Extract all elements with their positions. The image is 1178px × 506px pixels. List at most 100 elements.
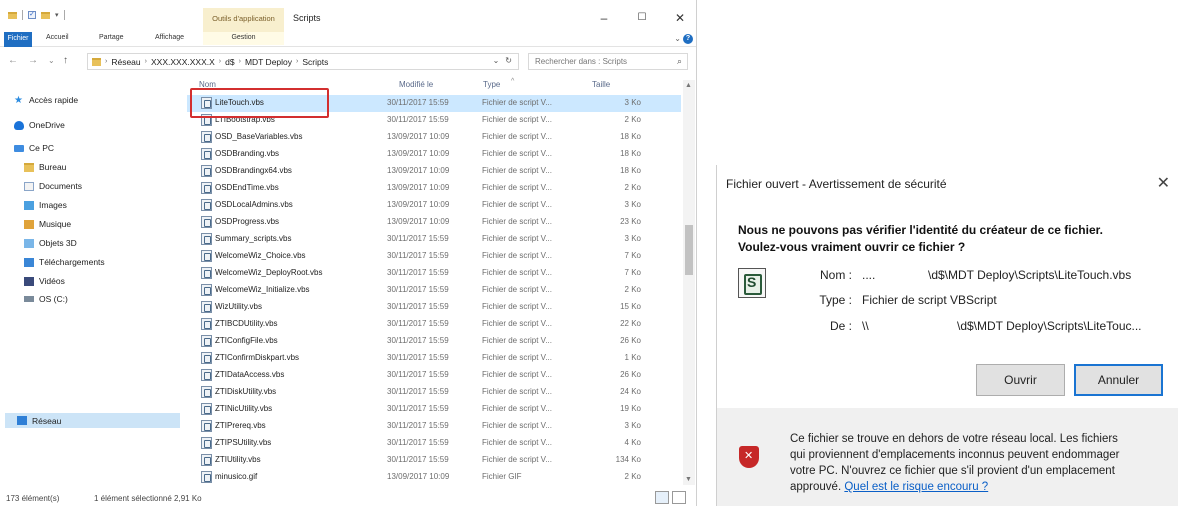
file-size: 2 Ko <box>624 472 641 481</box>
file-modified-date: 13/09/2017 10:09 <box>387 200 450 209</box>
tab-accueil[interactable]: Accueil <box>46 34 69 41</box>
breadcrumb-separator-icon[interactable]: › <box>145 58 147 65</box>
breadcrumb-separator-icon[interactable]: › <box>239 58 241 65</box>
file-row[interactable]: WelcomeWiz_Choice.vbs 30/11/2017 15:59 Fic… <box>187 248 681 265</box>
search-input[interactable]: Rechercher dans : Scripts ⌕ <box>528 53 688 70</box>
cancel-button[interactable]: Annuler <box>1074 364 1163 396</box>
nav-images[interactable]: Images <box>24 198 67 212</box>
file-row[interactable]: ZTIConfirmDiskpart.vbs 30/11/2017 15:59 Fi… <box>187 350 681 367</box>
column-header-size[interactable]: Taille <box>592 80 610 95</box>
back-arrow-icon[interactable]: ← <box>8 55 18 66</box>
maximize-icon[interactable]: ☐ <box>632 12 652 24</box>
file-row[interactable]: OSDLocalAdmins.vbs 13/09/2017 10:09 Fichie… <box>187 197 681 214</box>
nav-bureau[interactable]: Bureau <box>24 160 66 174</box>
tab-fichier[interactable]: Fichier <box>4 32 32 47</box>
forward-arrow-icon[interactable]: → <box>28 55 38 66</box>
nav-objets-3d[interactable]: Objets 3D <box>24 236 77 250</box>
file-type: Fichier de script V... <box>482 183 552 192</box>
file-row[interactable]: ZTIPrereq.vbs 30/11/2017 15:59 Fichier de … <box>187 418 681 435</box>
file-name: ZTIUtility.vbs <box>215 455 261 464</box>
breadcrumb-share[interactable]: d$ <box>225 57 234 67</box>
file-row[interactable]: OSD_BaseVariables.vbs 13/09/2017 10:09 Fic… <box>187 129 681 146</box>
new-folder-icon[interactable] <box>41 11 50 19</box>
scrollbar-thumb[interactable] <box>685 225 693 275</box>
script-file-icon <box>201 318 212 330</box>
recent-locations-icon[interactable]: ⌄ <box>48 56 55 65</box>
nav-documents[interactable]: Documents <box>24 179 82 193</box>
file-modified-date: 30/11/2017 15:59 <box>387 268 449 277</box>
help-icon[interactable]: ? <box>683 34 693 44</box>
file-row[interactable]: ZTIDataAccess.vbs 30/11/2017 15:59 Fichier… <box>187 367 681 384</box>
file-size: 3 Ko <box>624 421 641 430</box>
nav-telechargements[interactable]: Téléchargements <box>24 255 105 269</box>
file-row[interactable]: WizUtility.vbs 30/11/2017 15:59 Fichier de… <box>187 299 681 316</box>
properties-icon[interactable]: ✓ <box>28 11 36 19</box>
close-icon[interactable]: ✕ <box>1157 173 1170 193</box>
file-row[interactable]: OSDProgress.vbs 13/09/2017 10:09 Fichier d… <box>187 214 681 231</box>
address-dropdown-icon[interactable]: ⌄ <box>493 56 500 65</box>
file-row[interactable]: OSDEndTime.vbs 13/09/2017 10:09 Fichier de… <box>187 180 681 197</box>
file-row[interactable]: ZTIConfigFile.vbs 30/11/2017 15:59 Fichier… <box>187 333 681 350</box>
nav-onedrive[interactable]: OneDrive <box>14 118 65 132</box>
gif-file-icon <box>201 471 212 483</box>
file-size: 7 Ko <box>624 251 641 260</box>
script-file-icon <box>201 233 212 245</box>
music-icon <box>24 219 34 229</box>
tab-partage[interactable]: Partage <box>99 34 124 41</box>
breadcrumb-separator-icon[interactable]: › <box>219 58 221 65</box>
nav-os-drive[interactable]: OS (C:) <box>24 292 68 306</box>
breadcrumb-scripts[interactable]: Scripts <box>302 57 328 67</box>
cloud-icon <box>14 120 24 130</box>
refresh-icon[interactable]: ↻ <box>505 56 512 65</box>
tab-affichage[interactable]: Affichage <box>155 34 184 41</box>
script-file-icon <box>201 199 212 211</box>
file-row[interactable]: OSDBranding.vbs 13/09/2017 10:09 Fichier d… <box>187 146 681 163</box>
risk-info-link[interactable]: Quel est le risque encouru ? <box>844 481 988 493</box>
3d-objects-icon <box>24 238 34 248</box>
tab-tools-context[interactable]: Outils d'application <box>203 8 284 32</box>
expand-ribbon-icon[interactable]: ⌄ <box>674 34 681 43</box>
close-icon[interactable]: ✕ <box>670 12 690 24</box>
nav-reseau[interactable]: Réseau <box>5 413 180 428</box>
file-type: Fichier de script V... <box>482 387 552 396</box>
file-row[interactable]: minusico.gif 13/09/2017 10:09 Fichier GIF 2… <box>187 469 681 486</box>
column-header-modified[interactable]: Modifié le <box>399 80 433 95</box>
scroll-down-icon[interactable]: ▼ <box>685 476 692 483</box>
file-row[interactable]: OSDBrandingx64.vbs 13/09/2017 10:09 Fichie… <box>187 163 681 180</box>
breadcrumb-separator-icon[interactable]: › <box>296 58 298 65</box>
file-row[interactable]: ZTIBCDUtility.vbs 30/11/2017 15:59 Fichier… <box>187 316 681 333</box>
vertical-scrollbar[interactable]: ▲ ▼ <box>683 80 695 485</box>
nav-musique[interactable]: Musique <box>24 217 71 231</box>
nav-quick-access[interactable]: ★ Accès rapide <box>14 93 78 107</box>
file-name: ZTIConfirmDiskpart.vbs <box>215 353 300 362</box>
file-row[interactable]: Summary_scripts.vbs 30/11/2017 15:59 Fichi… <box>187 231 681 248</box>
nav-this-pc[interactable]: Ce PC <box>14 141 54 155</box>
address-bar[interactable]: › Réseau › XXX.XXX.XXX.X › d$ › MDT Depl… <box>87 53 519 70</box>
file-modified-date: 30/11/2017 15:59 <box>387 421 449 430</box>
file-modified-date: 30/11/2017 15:59 <box>387 251 449 260</box>
sort-ascending-icon: ^ <box>511 78 515 85</box>
nav-videos[interactable]: Vidéos <box>24 274 65 288</box>
file-size: 2 Ko <box>624 183 641 192</box>
minimize-icon[interactable]: – <box>594 12 614 24</box>
scroll-up-icon[interactable]: ▲ <box>685 82 692 89</box>
file-row[interactable]: ZTIPSUtility.vbs 30/11/2017 15:59 Fichier … <box>187 435 681 452</box>
large-icons-view-icon[interactable] <box>672 491 686 504</box>
file-row[interactable]: ZTIUtility.vbs 30/11/2017 15:59 Fichier de… <box>187 452 681 469</box>
breadcrumb-mdt-deploy[interactable]: MDT Deploy <box>245 57 292 67</box>
column-header-type[interactable]: Type <box>483 80 500 95</box>
customize-dropdown-icon[interactable]: ▾ <box>55 11 59 19</box>
file-size: 1 Ko <box>624 353 641 362</box>
up-arrow-icon[interactable]: ↑ <box>63 55 68 66</box>
file-row[interactable]: WelcomeWiz_DeployRoot.vbs 30/11/2017 15:5… <box>187 265 681 282</box>
search-icon[interactable]: ⌕ <box>677 56 682 67</box>
file-row[interactable]: ZTIDiskUtility.vbs 30/11/2017 15:59 Fichie… <box>187 384 681 401</box>
breadcrumb-separator-icon[interactable]: › <box>105 58 107 65</box>
breadcrumb-host[interactable]: XXX.XXX.XXX.X <box>151 57 215 67</box>
file-row[interactable]: ZTINicUtility.vbs 30/11/2017 15:59 Fichier… <box>187 401 681 418</box>
file-row[interactable]: WelcomeWiz_Initialize.vbs 30/11/2017 15:5… <box>187 282 681 299</box>
open-button[interactable]: Ouvrir <box>976 364 1065 396</box>
breadcrumb-reseau[interactable]: Réseau <box>111 57 140 67</box>
tab-gestion[interactable]: Gestion <box>203 32 284 45</box>
details-view-icon[interactable] <box>655 491 669 504</box>
